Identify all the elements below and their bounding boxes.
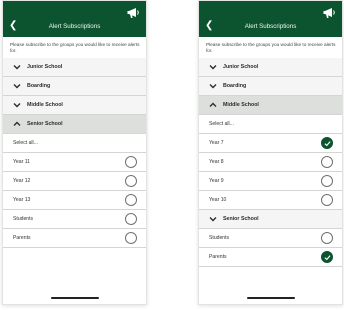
subscription-label: Year 13: [13, 197, 31, 203]
subscription-label: Year 7: [209, 140, 224, 146]
unchecked-radio[interactable]: [321, 232, 333, 244]
checked-radio[interactable]: [321, 137, 333, 149]
select-all-label: Select all...: [13, 140, 38, 146]
subscription-item-year-7[interactable]: Year 7: [199, 134, 342, 153]
checked-radio[interactable]: [321, 251, 333, 263]
group-label: Middle School: [27, 102, 63, 108]
subscription-label: Parents: [13, 235, 31, 241]
chevron-down-icon: [209, 65, 217, 70]
home-indicator: [246, 297, 295, 299]
group-header-junior-school[interactable]: Junior School: [199, 58, 342, 77]
subscription-item-year-12[interactable]: Year 12: [3, 172, 146, 191]
megaphone-icon[interactable]: [322, 5, 338, 21]
subscription-label: Students: [13, 216, 34, 222]
chevron-down-icon: [209, 84, 217, 89]
group-header-junior-school[interactable]: Junior School: [3, 58, 146, 77]
select-all-label: Select all...: [209, 121, 234, 127]
navigation-bar: ❮ Alert Subscriptions: [199, 1, 342, 37]
unchecked-radio[interactable]: [125, 175, 137, 187]
chevron-down-icon: [13, 65, 21, 70]
chevron-up-icon: [209, 102, 217, 107]
group-label: Senior School: [27, 121, 63, 127]
group-header-middle-school[interactable]: Middle School: [3, 96, 146, 115]
unchecked-radio[interactable]: [125, 213, 137, 225]
subscription-item-year-11[interactable]: Year 11: [3, 153, 146, 172]
group-header-senior-school[interactable]: Senior School: [3, 115, 146, 134]
subscription-label: Year 12: [13, 178, 31, 184]
phone-screen-1: ❮ Alert Subscriptions Please subscribe t…: [2, 0, 147, 305]
unchecked-radio[interactable]: [321, 156, 333, 168]
unchecked-radio[interactable]: [125, 156, 137, 168]
checkmark-icon: [324, 141, 331, 147]
megaphone-icon[interactable]: [126, 5, 142, 21]
unchecked-radio[interactable]: [321, 194, 333, 206]
intro-text: Please subscribe to the groups you would…: [10, 42, 140, 54]
group-label: Junior School: [27, 64, 63, 70]
group-header-boarding[interactable]: Boarding: [3, 77, 146, 96]
screen-title: Alert Subscriptions: [244, 23, 297, 30]
group-label: Boarding: [223, 83, 247, 89]
intro-text: Please subscribe to the groups you would…: [206, 42, 336, 54]
subscription-label: Parents: [209, 254, 227, 260]
screen-title: Alert Subscriptions: [48, 23, 101, 30]
phone-screen-2: ❮ Alert Subscriptions Please subscribe t…: [198, 0, 343, 305]
subscription-label: Year 9: [209, 178, 224, 184]
subscription-item-students[interactable]: Students: [3, 210, 146, 229]
group-label: Middle School: [223, 102, 259, 108]
subscription-item-parents[interactable]: Parents: [199, 248, 342, 267]
checkmark-icon: [324, 255, 331, 261]
group-label: Boarding: [27, 83, 51, 89]
navigation-bar: ❮ Alert Subscriptions: [3, 1, 146, 37]
subscription-item-parents[interactable]: Parents: [3, 229, 146, 248]
group-label: Junior School: [223, 64, 259, 70]
page: ❮ Alert Subscriptions Please subscribe t…: [0, 0, 344, 310]
chevron-up-icon: [13, 121, 21, 126]
subscription-item-students[interactable]: Students: [199, 229, 342, 248]
group-header-boarding[interactable]: Boarding: [199, 77, 342, 96]
group-label: Senior School: [223, 216, 259, 222]
chevron-down-icon: [13, 103, 21, 108]
group-header-middle-school[interactable]: Middle School: [199, 96, 342, 115]
chevron-down-icon: [209, 217, 217, 222]
unchecked-radio[interactable]: [321, 175, 333, 187]
select-all-item[interactable]: Select all...: [199, 115, 342, 134]
select-all-item[interactable]: Select all...: [3, 134, 146, 153]
subscription-label: Year 11: [13, 159, 30, 165]
subscription-label: Year 10: [209, 197, 227, 203]
unchecked-radio[interactable]: [125, 232, 137, 244]
subscription-label: Year 8: [209, 159, 224, 165]
chevron-down-icon: [13, 84, 21, 89]
unchecked-radio[interactable]: [125, 194, 137, 206]
subscription-item-year-8[interactable]: Year 8: [199, 153, 342, 172]
subscription-label: Students: [209, 235, 230, 241]
subscription-item-year-13[interactable]: Year 13: [3, 191, 146, 210]
subscription-item-year-10[interactable]: Year 10: [199, 191, 342, 210]
subscription-item-year-9[interactable]: Year 9: [199, 172, 342, 191]
group-header-senior-school[interactable]: Senior School: [199, 210, 342, 229]
home-indicator: [50, 297, 99, 299]
